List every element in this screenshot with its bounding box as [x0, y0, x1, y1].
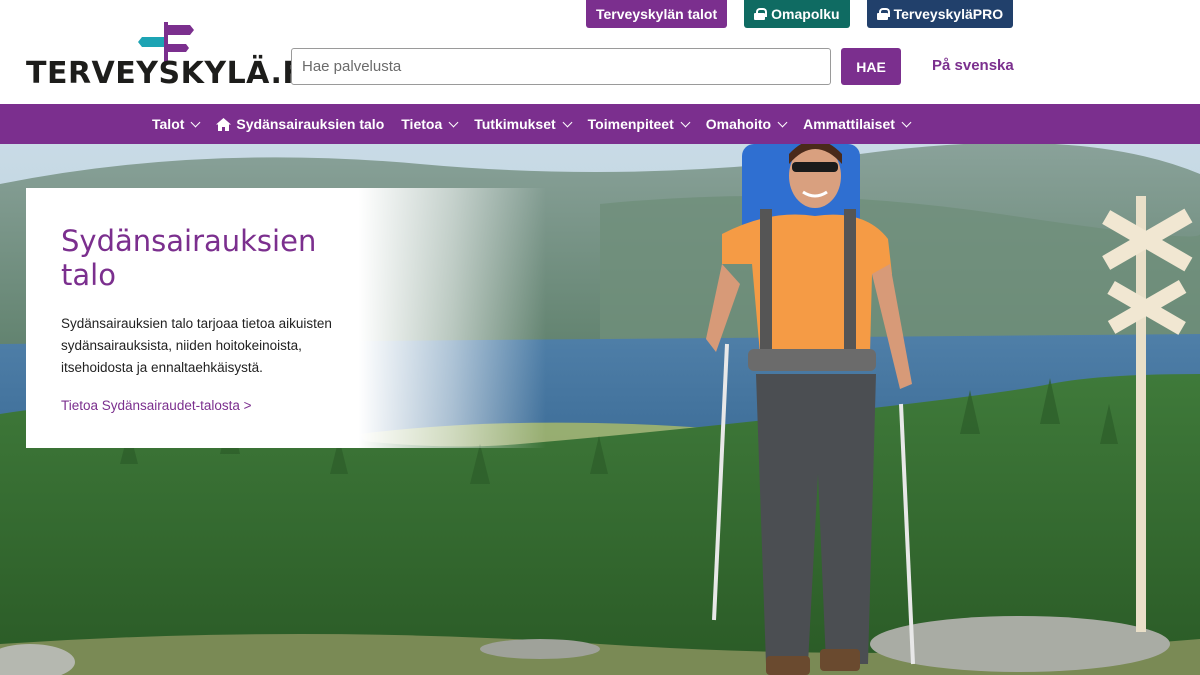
nav-item-label: Tietoa [401, 116, 443, 132]
site-header: TERVEYSKYLÄ.FI Terveyskylän talot Omapol… [0, 0, 1200, 104]
nav-item-omahoito[interactable]: Omahoito [705, 116, 788, 132]
chevron-down-icon [680, 117, 691, 127]
top-link-label: Omapolku [771, 6, 840, 22]
hero-info-card: Sydänsairauksien talo Sydänsairauksien t… [26, 188, 546, 448]
search-input[interactable] [291, 48, 831, 85]
top-link-label: Terveyskylän talot [596, 6, 718, 22]
home-icon [216, 117, 232, 131]
nav-item-toimenpiteet[interactable]: Toimenpiteet [587, 116, 691, 132]
main-nav: Talot Sydänsairauksien talo Tietoa Tutki… [0, 104, 1200, 144]
nav-item-label: Talot [152, 116, 185, 132]
top-link-omapolku[interactable]: Omapolku [744, 0, 850, 28]
nav-item-talot[interactable]: Talot [152, 116, 201, 132]
nav-item-label: Omahoito [705, 116, 772, 132]
top-link-label: TerveyskyläPRO [893, 6, 1004, 22]
lock-icon [754, 8, 768, 20]
chevron-down-icon [901, 117, 912, 127]
nav-item-label: Toimenpiteet [587, 116, 674, 132]
nav-item-label: Tutkimukset [474, 116, 556, 132]
nav-item-tutkimukset[interactable]: Tutkimukset [474, 116, 573, 132]
top-link-terveyskylapro[interactable]: TerveyskyläPRO [866, 0, 1014, 28]
top-links: Terveyskylän talot Omapolku TerveyskyläP… [586, 0, 1014, 28]
chevron-down-icon [190, 117, 201, 127]
nav-item-sydansairauksien-talo[interactable]: Sydänsairauksien talo [216, 116, 384, 132]
lock-icon [876, 8, 890, 20]
nav-item-ammattilaiset[interactable]: Ammattilaiset [803, 116, 912, 132]
chevron-down-icon [562, 117, 573, 127]
hero-description: Sydänsairauksien talo tarjoaa tietoa aik… [61, 316, 332, 375]
nav-item-tietoa[interactable]: Tietoa [401, 116, 459, 132]
nav-item-label: Ammattilaiset [803, 116, 895, 132]
hero-title: Sydänsairauksien talo [61, 224, 317, 292]
language-link-swedish[interactable]: På svenska [932, 57, 1014, 74]
hero-banner: Sydänsairauksien talo Sydänsairauksien t… [0, 144, 1200, 675]
chevron-down-icon [448, 117, 459, 127]
logo-text: TERVEYSKYLÄ.FI [26, 56, 316, 91]
chevron-down-icon [777, 117, 788, 127]
site-logo[interactable]: TERVEYSKYLÄ.FI [26, 22, 315, 91]
search-button[interactable]: HAE [841, 48, 901, 85]
top-link-terveyskylan-talot[interactable]: Terveyskylän talot [586, 0, 728, 28]
hero-more-info-link[interactable]: Tietoa Sydänsairaudet-talosta > [61, 398, 252, 413]
nav-item-label: Sydänsairauksien talo [236, 116, 385, 132]
